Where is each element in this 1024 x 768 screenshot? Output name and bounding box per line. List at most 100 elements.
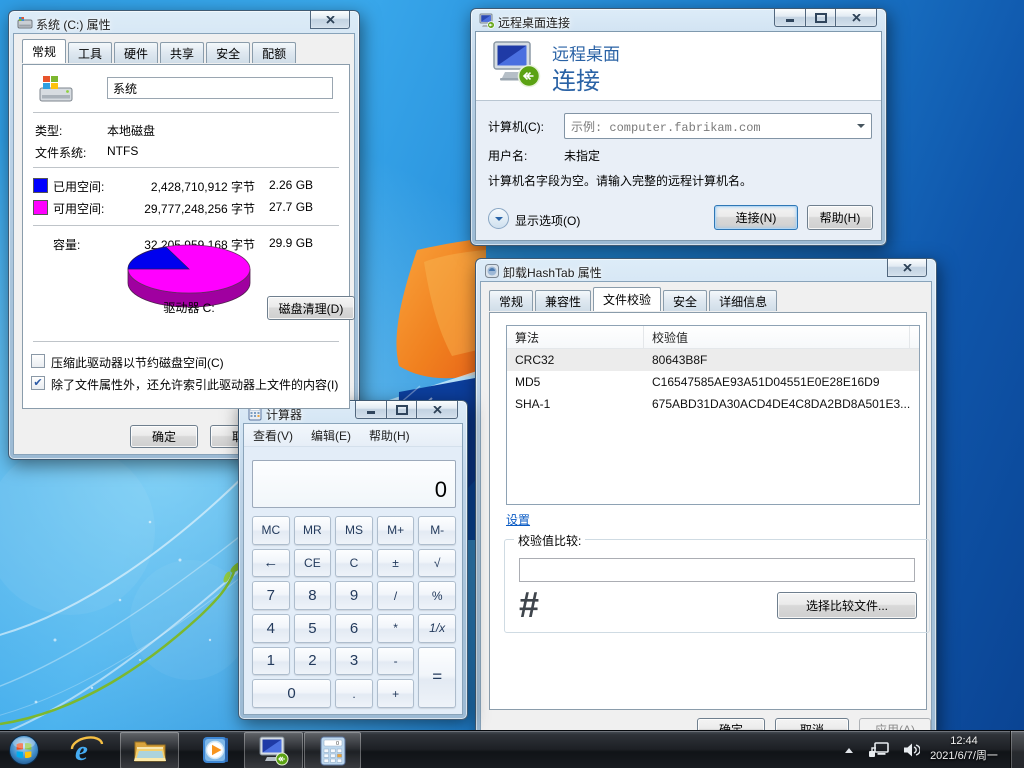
tab-security[interactable]: 安全 [663, 290, 707, 311]
tab-compatibility[interactable]: 兼容性 [535, 290, 591, 311]
hash-row-sha1[interactable]: SHA-1 675ABD31DA30ACD4DE4C8DA2BD8A501E3.… [507, 393, 919, 415]
key-5[interactable]: 5 [294, 614, 332, 643]
tab-quota[interactable]: 配额 [252, 42, 296, 63]
maximize-icon[interactable] [386, 401, 417, 419]
taskbar-internet-explorer[interactable]: e [62, 732, 112, 767]
clock-time: 12:44 [916, 734, 1012, 749]
close-icon[interactable] [310, 11, 350, 29]
ok-button[interactable]: 确定 [130, 425, 198, 448]
close-icon[interactable] [416, 401, 458, 419]
free-space-gb: 27.7 GB [269, 200, 313, 214]
tab-general[interactable]: 常规 [489, 290, 533, 311]
key-8[interactable]: 8 [294, 581, 332, 610]
tab-general[interactable]: 常规 [22, 39, 66, 63]
start-button[interactable] [4, 732, 44, 767]
computer-combobox[interactable]: 示例: computer.fabrikam.com [564, 113, 872, 139]
maximize-icon[interactable] [805, 9, 836, 27]
key-c[interactable]: C [335, 549, 373, 578]
minimize-icon[interactable] [355, 401, 387, 419]
column-header-algorithm[interactable]: 算法 [507, 326, 644, 348]
hash-row-crc32[interactable]: CRC32 80643B8F [507, 349, 919, 371]
capacity-label: 容量: [53, 236, 80, 253]
network-icon [868, 741, 890, 759]
titlebar[interactable]: 系统 (C:) 属性 [9, 11, 359, 35]
key-multiply[interactable]: * [377, 614, 415, 643]
settings-link[interactable]: 设置 [506, 511, 530, 528]
free-space-label: 可用空间: [53, 200, 104, 217]
menu-help[interactable]: 帮助(H) [360, 427, 419, 444]
media-player-icon [201, 735, 231, 765]
window-title: 卸载HashTab 属性 [503, 264, 602, 281]
key-divide[interactable]: / [377, 581, 415, 610]
key-7[interactable]: 7 [252, 581, 290, 610]
listview-header[interactable]: 算法 校验值 [507, 326, 919, 349]
key-sqrt[interactable]: √ [418, 549, 456, 578]
taskbar-clock[interactable]: 12:44 2021/6/7/周一 [916, 734, 1012, 764]
tab-sharing[interactable]: 共享 [160, 42, 204, 63]
used-space-gb: 2.26 GB [269, 178, 313, 192]
close-icon[interactable] [835, 9, 877, 27]
key-2[interactable]: 2 [294, 647, 332, 676]
show-hidden-icons-button[interactable] [840, 731, 858, 768]
compress-checkbox-label: 压缩此驱动器以节约磁盘空间(C) [51, 354, 224, 371]
key-negate[interactable]: ± [377, 549, 415, 578]
key-mr[interactable]: MR [294, 516, 332, 545]
compare-hash-input[interactable] [519, 558, 915, 582]
key-backspace[interactable]: ← [252, 549, 290, 578]
key-6[interactable]: 6 [335, 614, 373, 643]
menu-edit[interactable]: 编辑(E) [302, 427, 360, 444]
show-desktop-button[interactable] [1010, 731, 1024, 768]
help-button[interactable]: 帮助(H) [807, 205, 873, 230]
tab-file-hashes[interactable]: 文件校验 [593, 287, 661, 311]
dialog-body: 常规 兼容性 文件校验 安全 详细信息 算法 校验值 CRC32 80643B8… [480, 281, 932, 733]
network-tray-icon[interactable] [864, 731, 894, 768]
show-options-chevron-icon[interactable] [488, 208, 509, 229]
key-ce[interactable]: CE [294, 549, 332, 578]
hash-row-md5[interactable]: MD5 C16547585AE93A51D04551E0E28E16D9 [507, 371, 919, 393]
key-1[interactable]: 1 [252, 647, 290, 676]
minimize-icon[interactable] [774, 9, 806, 27]
separator [33, 225, 339, 226]
key-equals[interactable]: = [418, 647, 456, 708]
titlebar[interactable]: 卸载HashTab 属性 [476, 259, 936, 283]
taskbar-calculator[interactable]: 0 [304, 732, 361, 768]
compress-checkbox[interactable] [31, 354, 45, 368]
chevron-down-icon[interactable] [857, 124, 865, 128]
tab-details[interactable]: 详细信息 [709, 290, 777, 311]
key-9[interactable]: 9 [335, 581, 373, 610]
taskbar-media-player[interactable] [192, 732, 240, 767]
show-options-label[interactable]: 显示选项(O) [515, 212, 580, 229]
titlebar[interactable]: 远程桌面连接 [471, 9, 886, 33]
key-mc[interactable]: MC [252, 516, 290, 545]
key-0[interactable]: 0 [252, 679, 331, 708]
key-3[interactable]: 3 [335, 647, 373, 676]
key-add[interactable]: + [377, 679, 415, 708]
tab-tools[interactable]: 工具 [68, 42, 112, 63]
key-subtract[interactable]: - [377, 647, 415, 676]
hash-listview[interactable]: 算法 校验值 CRC32 80643B8F MD5 C16547585AE93A… [506, 325, 920, 505]
capacity-gb: 29.9 GB [269, 236, 313, 250]
key-reciprocal[interactable]: 1/x [418, 614, 456, 643]
key-decimal[interactable]: . [335, 679, 373, 708]
key-percent[interactable]: % [418, 581, 456, 610]
menu-view[interactable]: 查看(V) [244, 427, 302, 444]
taskbar-remote-desktop[interactable] [244, 732, 303, 768]
tab-hardware[interactable]: 硬件 [114, 42, 158, 63]
calculator-body: 查看(V) 编辑(E) 帮助(H) 0 MC MR MS M+ M- ← CE … [243, 423, 463, 715]
close-icon[interactable] [887, 259, 927, 277]
tab-security[interactable]: 安全 [206, 42, 250, 63]
filesystem-value: NTFS [107, 144, 138, 158]
disk-cleanup-button[interactable]: 磁盘清理(D) [267, 296, 355, 320]
key-mminus[interactable]: M- [418, 516, 456, 545]
index-checkbox[interactable]: ✔ [31, 376, 45, 390]
index-checkbox-label: 除了文件属性外，还允许索引此驱动器上文件的内容(I) [51, 376, 338, 393]
taskbar-explorer[interactable] [120, 732, 179, 768]
key-4[interactable]: 4 [252, 614, 290, 643]
choose-compare-file-button[interactable]: 选择比较文件... [777, 592, 917, 619]
volume-label-input[interactable] [107, 77, 333, 99]
key-mplus[interactable]: M+ [377, 516, 415, 545]
connect-button[interactable]: 连接(N) [714, 205, 798, 230]
column-header-value[interactable]: 校验值 [644, 326, 910, 348]
key-ms[interactable]: MS [335, 516, 373, 545]
window-title: 远程桌面连接 [498, 14, 570, 31]
